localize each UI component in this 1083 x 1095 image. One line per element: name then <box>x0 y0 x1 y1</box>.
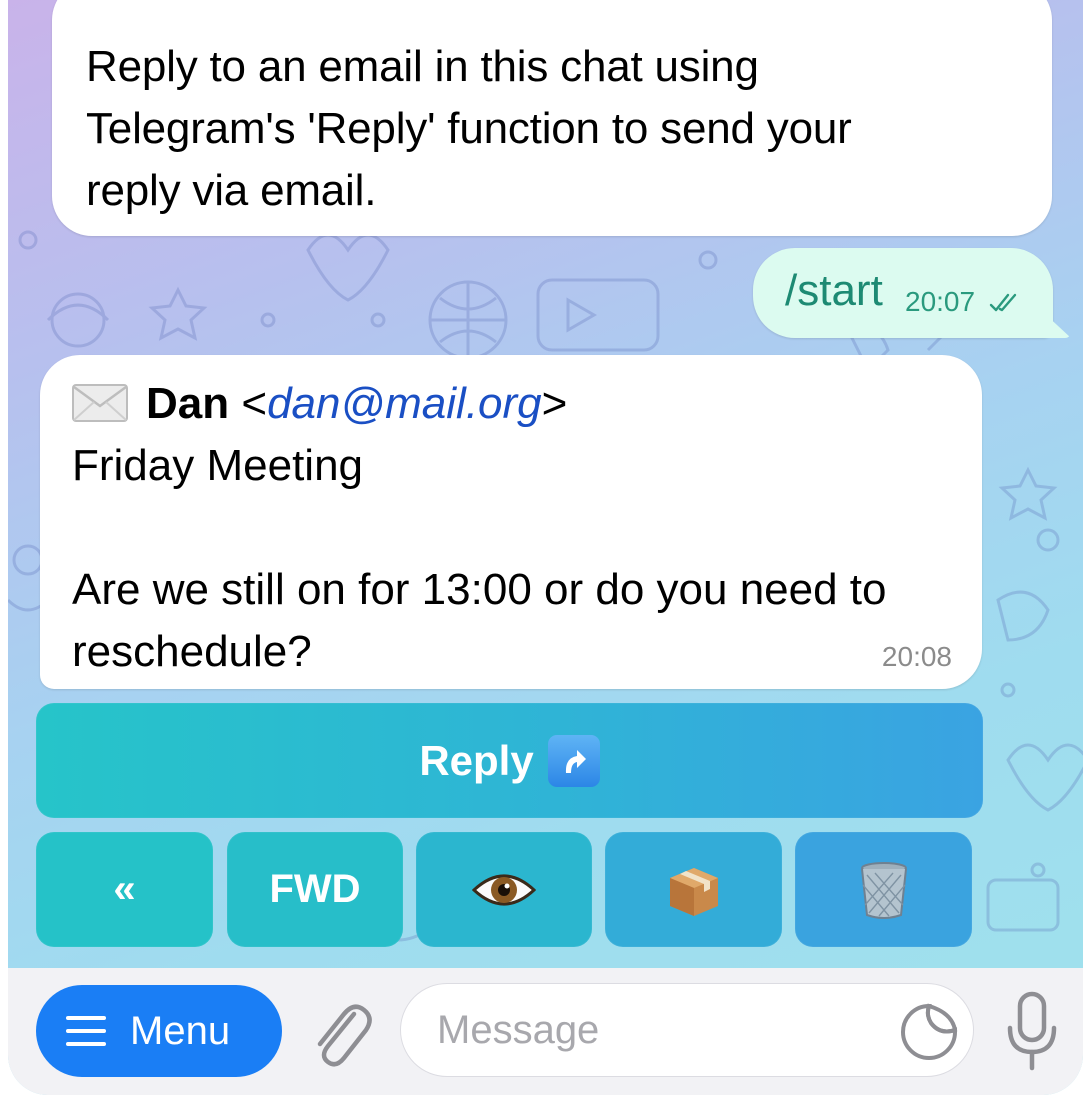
intro-message-line: reply via email. <box>86 166 377 215</box>
read-checks-icon <box>989 293 1017 312</box>
back-button[interactable]: « <box>36 832 213 947</box>
outgoing-message-bubble: /start 20:07 <box>753 248 1071 338</box>
menu-button-label: Menu <box>130 1008 231 1053</box>
email-sender-name: Dan <box>146 379 230 428</box>
microphone-icon[interactable] <box>1002 990 1062 1072</box>
back-button-label: « <box>113 867 136 911</box>
wastebasket-icon <box>860 861 907 919</box>
outgoing-message-text: /start <box>785 266 883 315</box>
delete-button[interactable] <box>795 832 972 947</box>
email-body-line: Are we still on for 13:00 or do you need… <box>72 565 887 614</box>
mark-seen-button[interactable] <box>416 832 592 947</box>
email-sender-address[interactable]: dan@mail.org <box>267 379 542 428</box>
message-input[interactable]: Message <box>400 983 974 1077</box>
attach-icon[interactable] <box>308 994 374 1070</box>
hamburger-icon <box>66 1016 106 1046</box>
envelope-icon <box>72 384 128 422</box>
email-spacer <box>72 497 982 559</box>
message-input-placeholder: Message <box>437 1007 600 1052</box>
email-subject: Friday Meeting <box>72 441 364 490</box>
intro-message-line: Reply to an email in this chat using <box>86 42 759 91</box>
reply-button-label: Reply <box>419 736 534 784</box>
email-message-time: 20:08 <box>881 641 952 672</box>
outgoing-message-time: 20:07 <box>905 286 976 317</box>
forward-button[interactable]: FWD <box>227 832 403 947</box>
archive-button[interactable] <box>605 832 782 947</box>
email-body-line: reschedule? <box>72 627 312 676</box>
email-message-bubble: Dan <dan@mail.org> Friday Meeting Are we… <box>40 355 982 689</box>
package-icon <box>669 867 718 916</box>
email-bracket-close: > <box>541 379 568 428</box>
forward-button-label: FWD <box>269 867 361 911</box>
reply-button[interactable]: Reply <box>36 703 983 818</box>
outgoing-message-meta: 20:07 <box>905 286 1019 318</box>
reply-arrow-icon <box>547 734 600 787</box>
sticker-icon[interactable] <box>900 1003 958 1061</box>
intro-message-bubble: Reply to an email in this chat using Tel… <box>52 0 1052 236</box>
eye-icon <box>472 874 536 905</box>
intro-message-line: Telegram's 'Reply' function to send your <box>86 104 852 153</box>
chat-window: Reply to an email in this chat using Tel… <box>8 0 1083 1095</box>
email-bracket-open: < <box>241 379 268 428</box>
menu-button[interactable]: Menu <box>36 985 282 1077</box>
message-input-bar: Menu Message <box>8 968 1083 1095</box>
email-sender-line: Dan <dan@mail.org> <box>72 373 982 435</box>
